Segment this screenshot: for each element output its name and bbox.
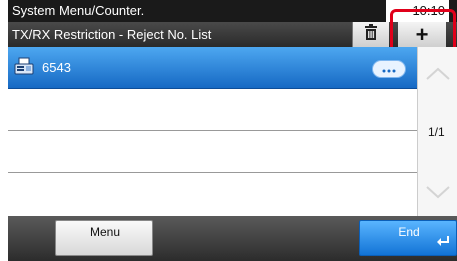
menu-button-label: Menu bbox=[89, 225, 121, 239]
list-item[interactable] bbox=[8, 173, 417, 215]
trash-icon bbox=[364, 23, 378, 46]
more-icon bbox=[381, 60, 397, 78]
page-title: System Menu/Counter. bbox=[12, 3, 145, 18]
menu-button[interactable]: Menu bbox=[55, 220, 153, 256]
fax-icon bbox=[14, 57, 34, 82]
delete-button[interactable] bbox=[352, 22, 389, 47]
chevron-down-icon bbox=[425, 185, 451, 204]
scroll-down-button[interactable] bbox=[418, 177, 457, 211]
scroll-up-button[interactable] bbox=[418, 59, 457, 93]
enter-icon bbox=[436, 234, 450, 252]
page-indicator: 1/1 bbox=[428, 125, 445, 139]
list-item[interactable] bbox=[8, 89, 417, 131]
list-item-label: 6543 bbox=[42, 60, 71, 75]
page-scroller: 1/1 bbox=[417, 47, 457, 216]
sub-header-title: TX/RX Restriction - Reject No. List bbox=[12, 27, 212, 42]
end-button[interactable]: End bbox=[359, 220, 457, 256]
list-item[interactable] bbox=[8, 131, 417, 173]
detail-button[interactable] bbox=[372, 60, 406, 78]
list-item[interactable]: 6543 bbox=[8, 47, 417, 89]
reject-number-list: 6543 bbox=[8, 47, 417, 216]
chevron-up-icon bbox=[425, 67, 451, 86]
